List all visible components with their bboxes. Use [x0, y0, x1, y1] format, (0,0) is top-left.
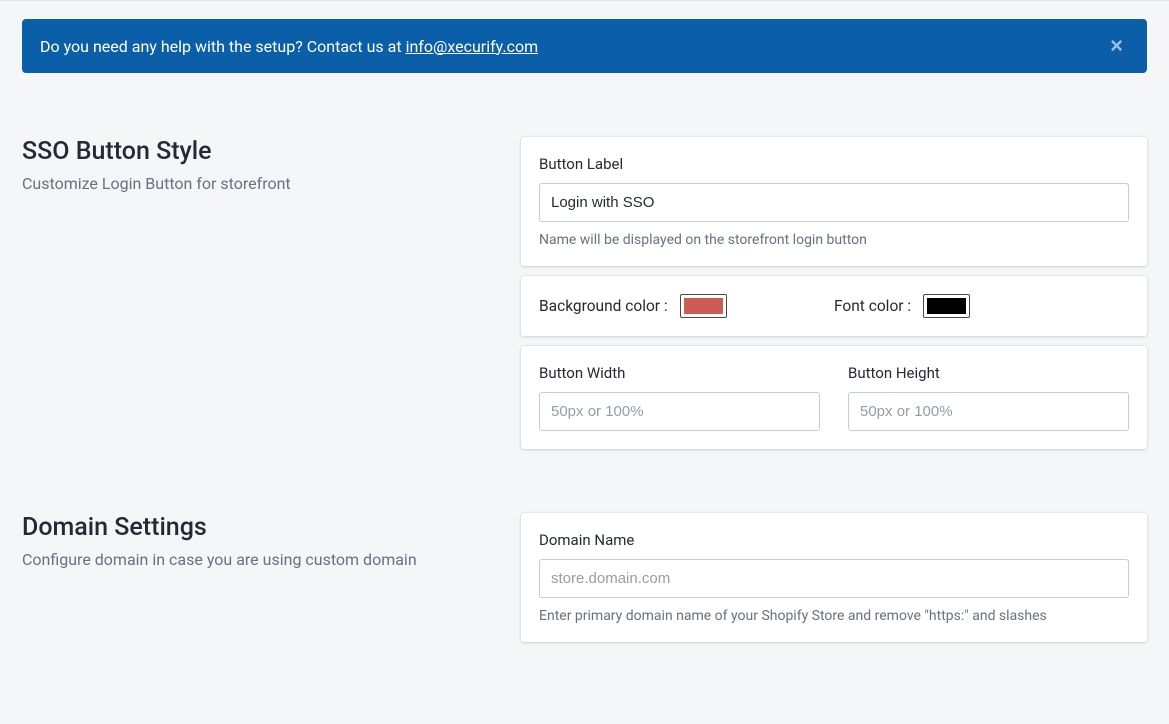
domain-section-subtitle: Configure domain in case you are using c… [22, 550, 497, 569]
font-color-swatch-inner [927, 298, 966, 314]
button-label-input[interactable] [539, 183, 1129, 222]
bg-color-label: Background color : [539, 297, 668, 315]
button-label-label: Button Label [539, 155, 1129, 173]
button-width-label: Button Width [539, 364, 820, 382]
bg-color-picker[interactable] [680, 294, 727, 318]
domain-name-helper: Enter primary domain name of your Shopif… [539, 608, 1129, 624]
bg-color-swatch-inner [684, 298, 723, 314]
alert-text-prefix: Do you need any help with the setup? Con… [40, 37, 406, 56]
button-height-input[interactable] [848, 392, 1129, 431]
contact-email-link[interactable]: info@xecurify.com [406, 37, 539, 56]
button-label-card: Button Label Name will be displayed on t… [521, 137, 1147, 266]
alert-text: Do you need any help with the setup? Con… [40, 37, 538, 56]
colors-card: Background color : Font color : [521, 276, 1147, 336]
button-label-helper: Name will be displayed on the storefront… [539, 232, 1129, 248]
close-icon[interactable]: × [1104, 35, 1129, 57]
font-color-picker[interactable] [923, 294, 970, 318]
domain-name-input[interactable] [539, 559, 1129, 598]
font-color-label: Font color : [834, 297, 911, 315]
button-height-label: Button Height [848, 364, 1129, 382]
domain-name-card: Domain Name Enter primary domain name of… [521, 513, 1147, 642]
sso-button-style-section: SSO Button Style Customize Login Button … [22, 137, 1147, 459]
help-alert: Do you need any help with the setup? Con… [22, 19, 1147, 73]
sso-section-subtitle: Customize Login Button for storefront [22, 174, 497, 193]
domain-name-label: Domain Name [539, 531, 1129, 549]
dimensions-card: Button Width Button Height [521, 346, 1147, 449]
domain-settings-section: Domain Settings Configure domain in case… [22, 513, 1147, 652]
button-width-input[interactable] [539, 392, 820, 431]
domain-section-title: Domain Settings [22, 513, 497, 542]
sso-section-title: SSO Button Style [22, 137, 497, 166]
